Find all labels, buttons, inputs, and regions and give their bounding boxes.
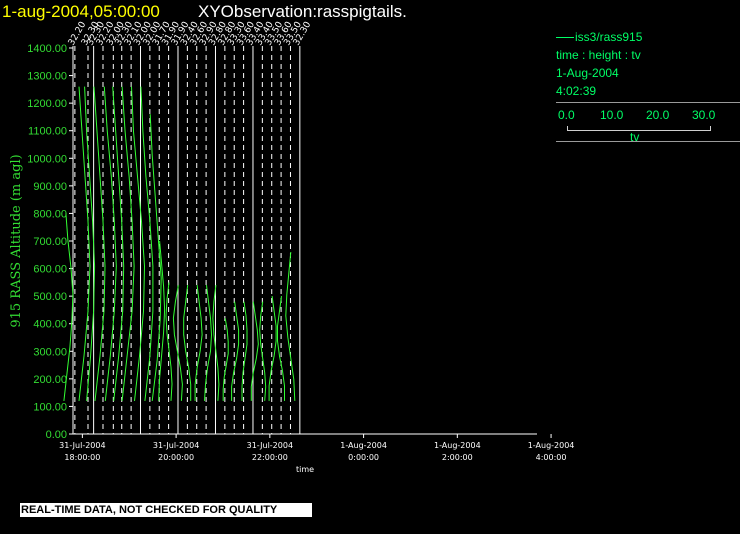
y-tick-label: 1300.00 <box>27 71 67 83</box>
y-tick-label: 100.00 <box>33 401 67 413</box>
profile-trace <box>222 318 229 401</box>
y-axis-label: 915 RASS Altitude (m agl) <box>9 154 24 327</box>
x-axis-label: time <box>296 465 314 474</box>
y-tick-label: 900.00 <box>33 181 67 193</box>
scale-tick-0: 0.0 <box>558 108 575 122</box>
legend-separator-top <box>556 102 740 103</box>
profile-trace <box>204 285 213 401</box>
legend-date: 1-Aug-2004 <box>556 66 619 80</box>
rass-chart: 0.00 100.00 200.00 300.00 400.00 500.00 600.00… <box>9 20 575 474</box>
scale-label: tv <box>630 130 640 144</box>
y-tick-label: 700.00 <box>33 236 67 248</box>
profile-trace <box>241 301 248 401</box>
profile-trace <box>268 296 277 401</box>
scale-tick-3: 30.0 <box>692 108 716 122</box>
legend-separator-bottom <box>556 141 740 142</box>
y-tick-label: 1000.00 <box>27 153 67 165</box>
x-tick-date: 31-Jul-2004 <box>153 441 199 450</box>
legend-source-label: iss3/rass915 <box>575 30 643 44</box>
profile-trace <box>84 86 96 401</box>
y-tick-label: 500.00 <box>33 291 67 303</box>
x-tick-date: 31-Jul-2004 <box>247 441 293 450</box>
x-tick-time: 4:00:00 <box>536 453 567 462</box>
x-tick-date: 1-Aug-2004 <box>434 441 481 450</box>
y-tick-label: 300.00 <box>33 346 67 358</box>
x-tick-time: 20:00:00 <box>158 453 194 462</box>
legend-line-swatch <box>556 37 574 39</box>
scale-tick-2: 20.0 <box>646 108 670 122</box>
y-tick-label: 1400.00 <box>27 43 67 55</box>
x-tick-date: 31-Jul-2004 <box>59 441 105 450</box>
y-tick-label: 1100.00 <box>28 126 67 138</box>
y-tick-label: 400.00 <box>33 319 67 331</box>
x-tick-date: 1-Aug-2004 <box>528 441 575 450</box>
x-tick-date: 1-Aug-2004 <box>340 441 387 450</box>
legend-time: 4:02:39 <box>556 84 597 98</box>
x-tick-time: 22:00:00 <box>252 453 288 462</box>
x-tick-time: 18:00:00 <box>64 453 100 462</box>
quality-warning: REAL-TIME DATA, NOT CHECKED FOR QUALITY <box>20 503 312 517</box>
y-tick-label: 600.00 <box>33 264 67 276</box>
x-tick-time: 2:00:00 <box>442 453 473 462</box>
profile-trace <box>121 86 135 401</box>
y-tick-label: 200.00 <box>33 374 67 386</box>
y-tick-label: 800.00 <box>33 208 67 220</box>
profile-trace <box>231 301 240 401</box>
legend-source: iss3/rass915 <box>556 30 642 45</box>
profile-trace <box>103 86 117 401</box>
legend-axes-desc: time : height : tv <box>556 48 641 62</box>
y-tick-label: 0.00 <box>46 429 67 441</box>
x-tick-time: 0:00:00 <box>348 453 379 462</box>
scale-tick-1: 10.0 <box>600 108 624 122</box>
profile-trace <box>194 285 203 401</box>
profile-trace <box>250 301 259 401</box>
y-tick-label: 1200.00 <box>27 98 67 110</box>
